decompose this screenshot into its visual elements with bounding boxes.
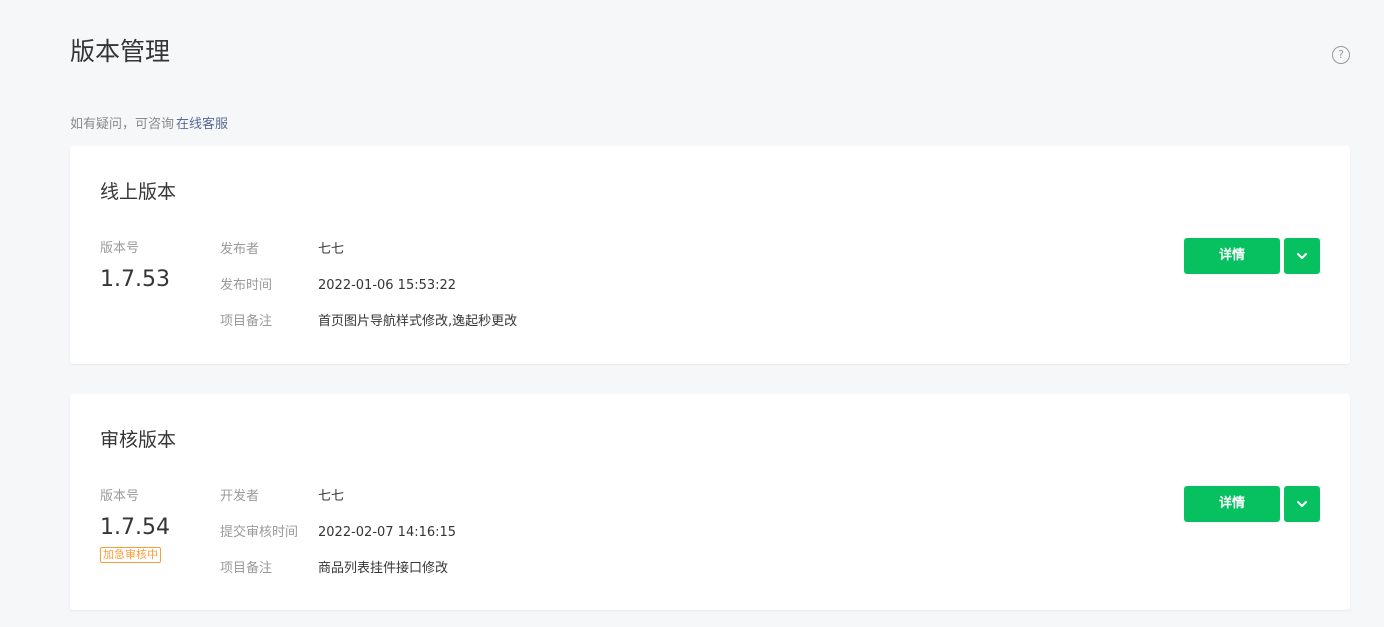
online-publish-time-label: 发布时间: [220, 278, 273, 293]
review-version-card: 审核版本 版本号 1.7.54 加急审核中 开发者 七七 提交审核时间 2022…: [70, 394, 1350, 610]
page-title: 版本管理: [70, 37, 171, 66]
online-version-number: 1.7.53: [100, 267, 170, 292]
version-management-page: 版本管理 ? 如有疑问，可咨询 在线客服 线上版本 版本号 1.7.53 发布者 …: [0, 0, 1384, 627]
review-remark-value: 商品列表挂件接口修改: [318, 561, 449, 576]
review-submit-time-value: 2022-02-07 14:16:15: [318, 525, 457, 540]
review-version-number: 1.7.54: [100, 515, 170, 540]
online-publisher-label: 发布者: [220, 242, 260, 257]
review-detail-button[interactable]: 详情: [1184, 486, 1280, 522]
online-detail-button[interactable]: 详情: [1184, 238, 1280, 274]
online-version-label: 版本号: [100, 241, 140, 256]
review-remark-label: 项目备注: [220, 561, 273, 576]
online-version-title: 线上版本: [100, 181, 177, 203]
online-support-link[interactable]: 在线客服: [176, 117, 228, 132]
support-hint-text: 如有疑问，可咨询: [70, 117, 175, 132]
review-submit-time-label: 提交审核时间: [220, 525, 299, 540]
chevron-down-icon: [1297, 501, 1307, 507]
review-more-dropdown-button[interactable]: [1284, 486, 1320, 522]
review-developer-value: 七七: [318, 489, 345, 504]
support-hint: 如有疑问，可咨询 在线客服: [70, 116, 228, 134]
urgent-review-badge: 加急审核中: [100, 547, 161, 563]
review-version-title: 审核版本: [100, 429, 177, 451]
review-version-label: 版本号: [100, 489, 140, 504]
chevron-down-icon: [1297, 253, 1307, 259]
online-remark-label: 项目备注: [220, 314, 273, 329]
online-more-dropdown-button[interactable]: [1284, 238, 1320, 274]
review-developer-label: 开发者: [220, 489, 260, 504]
online-publisher-value: 七七: [318, 242, 345, 257]
online-publish-time-value: 2022-01-06 15:53:22: [318, 278, 457, 293]
online-version-card: 线上版本 版本号 1.7.53 发布者 七七 发布时间 2022-01-06 1…: [70, 146, 1350, 364]
help-icon[interactable]: ?: [1332, 46, 1350, 64]
online-remark-value: 首页图片导航样式修改,逸起秒更改: [318, 314, 518, 329]
